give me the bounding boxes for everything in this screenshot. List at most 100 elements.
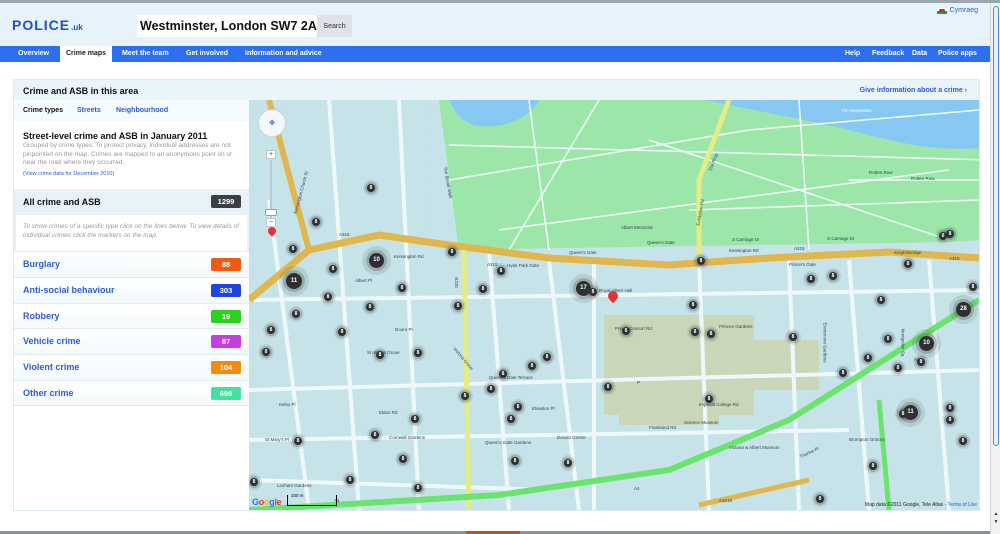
- crime-marker[interactable]: 8: [707, 330, 715, 338]
- crime-marker[interactable]: 8: [705, 395, 713, 403]
- crime-marker[interactable]: 8: [894, 364, 902, 372]
- all-crime-row[interactable]: All crime and ASB 1299: [14, 189, 249, 215]
- crime-marker[interactable]: 8: [411, 415, 419, 423]
- crime-marker[interactable]: 8: [789, 333, 797, 341]
- crime-type-anti-social-behaviour[interactable]: Anti-social behaviour 303: [14, 277, 249, 303]
- crime-marker[interactable]: 8: [371, 431, 379, 439]
- crime-marker[interactable]: 8: [514, 403, 522, 411]
- language-link[interactable]: Cymraeg: [936, 7, 978, 14]
- crime-marker[interactable]: 8: [448, 248, 456, 256]
- tab-neighbourhood[interactable]: Neighbourhood: [116, 107, 168, 114]
- crime-type-robbery[interactable]: Robbery 19: [14, 303, 249, 329]
- crime-marker[interactable]: 8: [564, 459, 572, 467]
- crime-cluster-marker[interactable]: 11: [286, 273, 302, 289]
- crime-marker[interactable]: 8: [324, 293, 332, 301]
- crime-marker[interactable]: 8: [604, 383, 612, 391]
- crime-type-other-crime[interactable]: Other crime 698: [14, 380, 249, 406]
- crime-marker[interactable]: 8: [946, 404, 954, 412]
- crime-marker[interactable]: 8: [528, 362, 536, 370]
- scrollbar-thumb[interactable]: [993, 6, 999, 446]
- tab-crime-types[interactable]: Crime types: [23, 107, 63, 114]
- crime-marker[interactable]: 8: [292, 310, 300, 318]
- crime-marker[interactable]: 8: [454, 302, 462, 310]
- google-logo[interactable]: Google: [252, 497, 282, 507]
- crime-marker[interactable]: 8: [338, 328, 346, 336]
- nav-information-and-advice[interactable]: Information and advice: [239, 46, 328, 62]
- crime-marker[interactable]: 8: [312, 218, 320, 226]
- nav-get-involved[interactable]: Get involved: [180, 46, 234, 62]
- crime-marker[interactable]: 8: [946, 416, 954, 424]
- page-scrollbar[interactable]: ▲ ▼: [990, 3, 1000, 534]
- crime-marker[interactable]: 8: [589, 288, 597, 296]
- crime-marker[interactable]: 8: [884, 335, 892, 343]
- crime-marker[interactable]: 8: [499, 370, 507, 378]
- crime-marker[interactable]: 8: [294, 437, 302, 445]
- crime-cluster-marker[interactable]: 28: [956, 302, 971, 317]
- nav-meet-the-team[interactable]: Meet the team: [116, 46, 175, 62]
- terms-of-use-link[interactable]: Terms of Use: [948, 502, 977, 508]
- crime-marker[interactable]: 8: [346, 476, 354, 484]
- search-button[interactable]: Search: [317, 15, 352, 37]
- crime-marker[interactable]: 8: [487, 385, 495, 393]
- crime-cluster-marker[interactable]: 10: [919, 336, 934, 351]
- crime-marker[interactable]: 8: [507, 415, 515, 423]
- nav-help[interactable]: Help: [839, 46, 866, 62]
- crime-marker[interactable]: 8: [917, 358, 925, 366]
- scroll-up-arrow[interactable]: ▲: [993, 511, 999, 517]
- nav-feedback[interactable]: Feedback: [866, 46, 910, 62]
- crime-marker[interactable]: 8: [946, 230, 954, 238]
- map-zoom-in-button[interactable]: +: [266, 150, 276, 159]
- crime-marker[interactable]: 8: [869, 462, 877, 470]
- crime-marker[interactable]: 8: [877, 296, 885, 304]
- crime-marker[interactable]: 8: [697, 257, 705, 265]
- location-search-input[interactable]: [137, 15, 317, 37]
- crime-marker[interactable]: 8: [543, 353, 551, 361]
- crime-marker[interactable]: 8: [807, 275, 815, 283]
- crime-marker[interactable]: 8: [262, 348, 270, 356]
- crime-type-vehicle-crime[interactable]: Vehicle crime 87: [14, 328, 249, 354]
- crime-marker[interactable]: 8: [329, 265, 337, 273]
- crime-marker[interactable]: 8: [969, 283, 977, 291]
- nav-overview[interactable]: Overview: [12, 46, 55, 62]
- nav-crime-maps[interactable]: Crime maps: [60, 46, 113, 63]
- crime-marker[interactable]: 8: [864, 354, 872, 362]
- crime-marker[interactable]: 8: [829, 272, 837, 280]
- crime-marker[interactable]: 8: [904, 260, 912, 268]
- crime-marker[interactable]: 8: [839, 369, 847, 377]
- crime-type-violent-crime[interactable]: Violent crime 104: [14, 354, 249, 380]
- crime-marker[interactable]: 8: [816, 495, 824, 503]
- nav-police-apps[interactable]: Police apps: [932, 46, 983, 62]
- crime-type-burglary[interactable]: Burglary 88: [14, 251, 249, 277]
- nav-data[interactable]: Data: [906, 46, 933, 62]
- crime-marker[interactable]: 8: [497, 267, 505, 275]
- crime-cluster-marker[interactable]: 10: [369, 253, 384, 268]
- crime-marker[interactable]: 8: [289, 245, 297, 253]
- crime-map[interactable]: The Serpentine Rotten Row Rotten Row The…: [249, 100, 979, 510]
- crime-marker[interactable]: 8: [479, 285, 487, 293]
- crime-marker[interactable]: 8: [414, 349, 422, 357]
- crime-marker[interactable]: 8: [622, 327, 630, 335]
- crime-marker[interactable]: 8: [250, 478, 258, 486]
- crime-marker[interactable]: 8: [366, 303, 374, 311]
- map-pan-control[interactable]: ✥: [258, 109, 286, 137]
- crime-marker[interactable]: 8: [899, 410, 907, 418]
- label-a315-2: A315: [487, 262, 498, 267]
- crime-marker[interactable]: 8: [398, 284, 406, 292]
- scroll-down-arrow[interactable]: ▼: [993, 519, 999, 525]
- label-lexham-gardens: Lexham Gardens: [277, 483, 312, 488]
- crime-marker[interactable]: 8: [414, 484, 422, 492]
- police-uk-logo[interactable]: POLICE.uk: [12, 17, 83, 33]
- map-zoom-handle[interactable]: [265, 209, 277, 216]
- tab-streets[interactable]: Streets: [77, 107, 101, 114]
- previous-month-link[interactable]: (View crime data for December 2010): [23, 171, 245, 177]
- crime-marker[interactable]: 8: [267, 326, 275, 334]
- crime-marker[interactable]: 8: [689, 301, 697, 309]
- give-information-link[interactable]: Give information about a crime ›: [860, 87, 967, 94]
- crime-marker[interactable]: 8: [461, 392, 469, 400]
- crime-marker[interactable]: 8: [959, 437, 967, 445]
- crime-marker[interactable]: 8: [691, 328, 699, 336]
- crime-marker[interactable]: 8: [376, 351, 384, 359]
- crime-marker[interactable]: 8: [367, 184, 375, 192]
- crime-marker[interactable]: 8: [399, 455, 407, 463]
- crime-marker[interactable]: 8: [511, 457, 519, 465]
